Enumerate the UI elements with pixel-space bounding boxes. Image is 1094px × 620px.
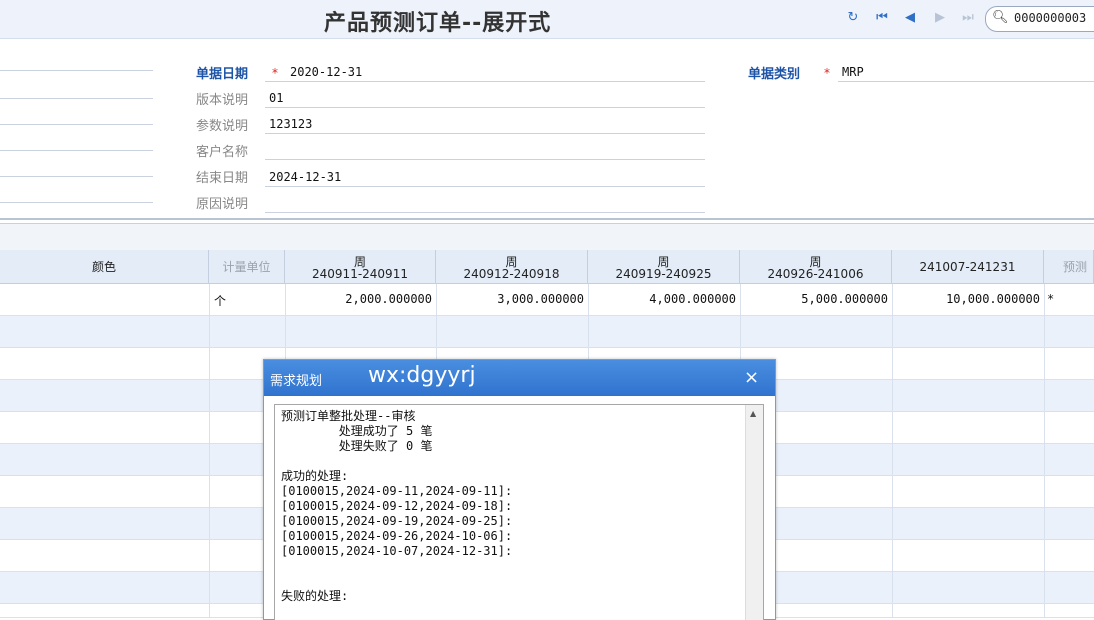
scroll-up-icon[interactable]: ▲ (750, 409, 756, 418)
col-header-period-5[interactable]: 241007-241231 (892, 250, 1044, 284)
left-field-line (0, 150, 153, 151)
col-header-week-1[interactable]: 周 240911-240911 (285, 250, 436, 284)
dialog-watermark-text: wx:dgyyrj (368, 363, 476, 388)
left-field-line (0, 176, 153, 177)
required-mark: * (272, 66, 278, 80)
col-header-label: 计量单位 (222, 260, 271, 274)
doc-type-field[interactable]: MRP (842, 65, 864, 79)
prev-page-icon[interactable]: ◀ (902, 10, 918, 26)
dialog-scrollbar[interactable]: ▲ (745, 405, 763, 620)
search-input[interactable] (1012, 10, 1094, 26)
dialog-message-box[interactable]: 预测订单整批处理--审核 处理成功了 5 笔 处理失败了 0 笔 成功的处理: … (274, 404, 764, 620)
search-icon: 🔍︎ (992, 10, 1009, 25)
close-icon[interactable]: × (744, 367, 759, 388)
col-header-label: 预测 (1063, 260, 1088, 274)
doc-date-label: 单据日期 (196, 67, 249, 82)
grid-toolbar-strip (0, 223, 1094, 251)
end-date-field[interactable]: 2024-12-31 (269, 170, 341, 184)
version-field[interactable]: 01 (269, 91, 283, 105)
col-header-range: 240912-240918 (463, 267, 560, 281)
end-date-label: 结束日期 (196, 171, 249, 186)
reason-underline (265, 212, 705, 213)
left-field-line (0, 98, 153, 99)
col-header-week-4[interactable]: 周 240926-241006 (740, 250, 892, 284)
cell-forecast-mark[interactable]: * (1047, 292, 1054, 306)
table-row[interactable] (0, 316, 1094, 348)
cell-qty[interactable]: 3,000.000000 (441, 292, 584, 306)
grid-col-line (892, 284, 893, 618)
left-field-line (0, 70, 153, 71)
col-header-range: 240911-240911 (312, 267, 408, 281)
param-field[interactable]: 123123 (269, 117, 312, 131)
cell-qty[interactable]: 2,000.000000 (290, 292, 432, 306)
dialog-message-text: 预测订单整批处理--审核 处理成功了 5 笔 处理失败了 0 笔 成功的处理: … (281, 409, 513, 603)
version-label: 版本说明 (196, 93, 249, 108)
doc-type-underline (838, 81, 1094, 82)
header-form: 单据日期 * 2020-12-31 单据类别 * MRP 版本说明 01 参数说… (0, 39, 1094, 217)
cell-qty[interactable]: 10,000.000000 (897, 292, 1040, 306)
customer-label: 客户名称 (196, 145, 249, 160)
cell-unit[interactable]: 个 (214, 292, 226, 309)
left-field-line (0, 124, 153, 125)
col-header-week-3[interactable]: 周 240919-240925 (588, 250, 740, 284)
cell-qty[interactable]: 4,000.000000 (593, 292, 736, 306)
col-header-label: 241007-241231 (919, 260, 1016, 274)
cell-qty[interactable]: 5,000.000000 (745, 292, 888, 306)
col-header-range: 240919-240925 (615, 267, 712, 281)
col-header-color[interactable]: 颜色 (0, 250, 209, 284)
customer-underline (265, 159, 705, 160)
param-underline (265, 133, 705, 134)
col-header-forecast[interactable]: 预测 (1044, 250, 1094, 284)
left-field-line (0, 202, 153, 203)
title-bar: 产品预测订单--展开式 ↻ ⏮ ◀ ▶ ⏭ 🔍︎ (0, 0, 1094, 39)
section-divider (0, 218, 1094, 220)
search-box[interactable]: 🔍︎ (985, 6, 1094, 32)
last-page-icon[interactable]: ⏭ (960, 10, 976, 26)
doc-date-field[interactable]: 2020-12-31 (290, 65, 362, 79)
col-header-label: 颜色 (91, 260, 116, 274)
first-page-icon[interactable]: ⏮ (874, 10, 890, 26)
col-header-range: 240926-241006 (767, 267, 864, 281)
param-label: 参数说明 (196, 119, 249, 134)
doc-date-underline (265, 81, 705, 82)
col-header-unit[interactable]: 计量单位 (209, 250, 285, 284)
grid-col-line (209, 284, 210, 618)
page-title: 产品预测订单--展开式 (324, 11, 552, 36)
required-mark: * (824, 66, 830, 80)
next-page-icon[interactable]: ▶ (932, 10, 948, 26)
col-header-week-2[interactable]: 周 240912-240918 (436, 250, 588, 284)
doc-type-label: 单据类别 (748, 67, 801, 82)
demand-planning-dialog: 需求规划 wx:dgyyrj × 预测订单整批处理--审核 处理成功了 5 笔 … (263, 359, 776, 620)
reason-label: 原因说明 (196, 197, 249, 212)
grid-col-line (1044, 284, 1045, 618)
dialog-header[interactable]: 需求规划 wx:dgyyrj × (264, 360, 775, 396)
dialog-title: 需求规划 (270, 374, 323, 389)
refresh-icon[interactable]: ↻ (845, 10, 861, 26)
version-underline (265, 107, 705, 108)
end-date-underline (265, 186, 705, 187)
